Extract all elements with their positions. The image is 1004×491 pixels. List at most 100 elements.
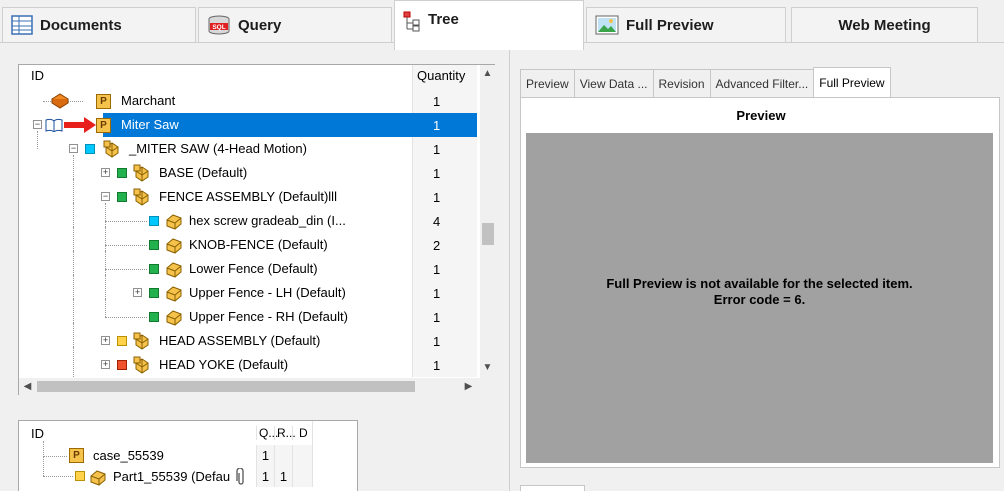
yellow-status-icon xyxy=(117,336,127,346)
tree-row-label: KNOB-FENCE (Default) xyxy=(189,237,328,252)
tree-row[interactable]: + BASE (Default) 1 xyxy=(19,155,477,185)
project-badge-icon: P xyxy=(96,94,111,109)
yellow-status-icon xyxy=(75,471,85,481)
tab-documents-label: Documents xyxy=(40,16,122,34)
part-icon xyxy=(165,260,183,281)
list-item-label: case_55539 xyxy=(93,448,164,463)
main-tab-bar: Documents SQL Query Tree Full Preview We… xyxy=(0,0,1004,50)
tree-row[interactable]: − FENCE ASSEMBLY (Default)lll 1 xyxy=(19,179,477,209)
green-status-icon xyxy=(149,240,159,250)
tree-row-label: Lower Fence (Default) xyxy=(189,261,318,276)
project-badge-icon: P xyxy=(69,448,84,463)
tab-web-meeting-label: Web Meeting xyxy=(838,16,931,34)
tree-row[interactable]: Upper Fence - RH (Default) 1 xyxy=(19,299,477,329)
expand-toggle[interactable]: + xyxy=(101,336,110,345)
column-header-d[interactable]: D xyxy=(292,426,312,440)
tree-row-quantity: 1 xyxy=(412,137,477,161)
error-message-line: Full Preview is not available for the se… xyxy=(606,276,913,291)
green-status-icon xyxy=(149,312,159,322)
expand-toggle[interactable]: + xyxy=(101,168,110,177)
tree-row-label: Upper Fence - RH (Default) xyxy=(189,309,348,324)
tree-row-selected[interactable]: − P Miter Saw 1 xyxy=(19,113,477,137)
tree-connector xyxy=(43,476,73,477)
tab-advanced-filter[interactable]: Advanced Filter... xyxy=(709,69,814,98)
tab-preview[interactable]: Preview xyxy=(520,69,574,98)
scroll-right-icon[interactable]: ▶ xyxy=(460,378,477,395)
tab-full-preview[interactable]: Full Preview xyxy=(586,7,786,43)
scroll-down-icon[interactable]: ▼ xyxy=(480,359,495,376)
collapse-toggle[interactable]: − xyxy=(69,144,78,153)
tree-row-quantity: 2 xyxy=(412,233,477,257)
tree-connector xyxy=(105,269,147,270)
tree-row[interactable]: + HEAD YOKE (Default) 1 xyxy=(19,347,477,377)
list-item[interactable]: P case_55539 1 xyxy=(19,441,357,466)
expand-toggle[interactable]: + xyxy=(133,288,142,297)
part-icon xyxy=(165,284,183,305)
scroll-up-icon[interactable]: ▲ xyxy=(480,65,495,82)
part-icon xyxy=(165,212,183,233)
assembly-icon xyxy=(133,332,151,353)
scroll-thumb[interactable] xyxy=(37,381,415,392)
column-header-quantity[interactable]: Quantity xyxy=(412,65,477,89)
part-icon xyxy=(89,468,107,489)
tree-row[interactable]: − _MITER SAW (4-Head Motion) 1 xyxy=(19,131,477,161)
tree-connector xyxy=(73,347,74,377)
tree-row[interactable]: + Upper Fence - LH (Default) 1 xyxy=(19,275,477,305)
scroll-thumb[interactable] xyxy=(482,223,494,245)
tree-row[interactable]: + HEAD ASSEMBLY (Default) 1 xyxy=(19,323,477,353)
tab-tree[interactable]: Tree xyxy=(394,0,584,50)
tree-row-quantity: 4 xyxy=(412,209,477,233)
green-status-icon xyxy=(149,264,159,274)
tree-row[interactable]: KNOB-FENCE (Default) 2 xyxy=(19,227,477,257)
list-item-label: Part1_55539 (Defau xyxy=(113,469,231,484)
preview-viewport[interactable]: Full Preview is not available for the se… xyxy=(526,133,993,463)
tree-row-quantity: 1 xyxy=(412,329,477,353)
tab-view-data[interactable]: View Data ... xyxy=(573,69,653,98)
preview-content: Preview Full Preview is not available fo… xyxy=(520,98,1000,468)
part-icon xyxy=(165,308,183,329)
green-status-icon xyxy=(117,192,127,202)
tree-row-label: Marchant xyxy=(121,93,176,108)
preview-panel: Preview View Data ... Revision Advanced … xyxy=(509,50,1004,491)
assembly-icon xyxy=(133,164,151,185)
image-preview-icon xyxy=(595,15,619,35)
column-header-quantity[interactable]: Q... xyxy=(256,426,278,440)
paperclip-icon xyxy=(236,467,246,489)
tree-connector xyxy=(43,456,67,457)
cyan-status-icon xyxy=(149,216,159,226)
tab-query[interactable]: SQL Query xyxy=(198,7,392,43)
tree-connector xyxy=(43,456,44,476)
scroll-left-icon[interactable]: ◀ xyxy=(19,378,36,395)
svg-text:SQL: SQL xyxy=(212,24,225,31)
list-item-quantity: 1 xyxy=(256,466,274,487)
list-item-quantity: 1 xyxy=(256,445,274,466)
tree-row-quantity: 1 xyxy=(412,161,477,185)
collapse-toggle[interactable]: − xyxy=(33,120,42,129)
book-icon xyxy=(51,93,69,112)
tab-revision[interactable]: Revision xyxy=(652,69,710,98)
tree-connector xyxy=(105,245,147,246)
list-item[interactable]: Part1_55539 (Defau 1 1 xyxy=(19,456,357,489)
bottom-tab-stub[interactable] xyxy=(520,485,585,491)
error-code-line: Error code = 6. xyxy=(713,292,806,307)
tree-structure-icon xyxy=(403,11,421,33)
tree-row[interactable]: P Marchant 1 xyxy=(19,89,477,113)
open-book-icon xyxy=(45,118,63,135)
column-header-revision[interactable]: R... xyxy=(274,426,296,440)
cyan-status-icon xyxy=(85,144,95,154)
column-header-id[interactable]: ID xyxy=(19,426,256,441)
tree-row-quantity: 1 xyxy=(412,305,477,329)
collapse-toggle[interactable]: − xyxy=(101,192,110,201)
tab-web-meeting[interactable]: Web Meeting xyxy=(791,7,978,43)
tree-vertical-scrollbar[interactable]: ▲ ▼ xyxy=(480,65,495,378)
tree-row[interactable]: hex screw gradeab_din (I... 4 xyxy=(19,203,477,233)
column-header-id[interactable]: ID xyxy=(19,65,412,89)
tree-row[interactable]: Lower Fence (Default) 1 xyxy=(19,251,477,281)
tree-horizontal-scrollbar[interactable]: ◀ ▶ xyxy=(19,378,495,395)
tree-row-quantity: 1 xyxy=(412,89,477,113)
tab-full-preview-sub[interactable]: Full Preview xyxy=(813,67,891,98)
tree-connector xyxy=(43,441,44,457)
expand-toggle[interactable]: + xyxy=(101,360,110,369)
tab-documents[interactable]: Documents xyxy=(2,7,196,43)
preview-tab-bar: Preview View Data ... Revision Advanced … xyxy=(520,67,891,98)
